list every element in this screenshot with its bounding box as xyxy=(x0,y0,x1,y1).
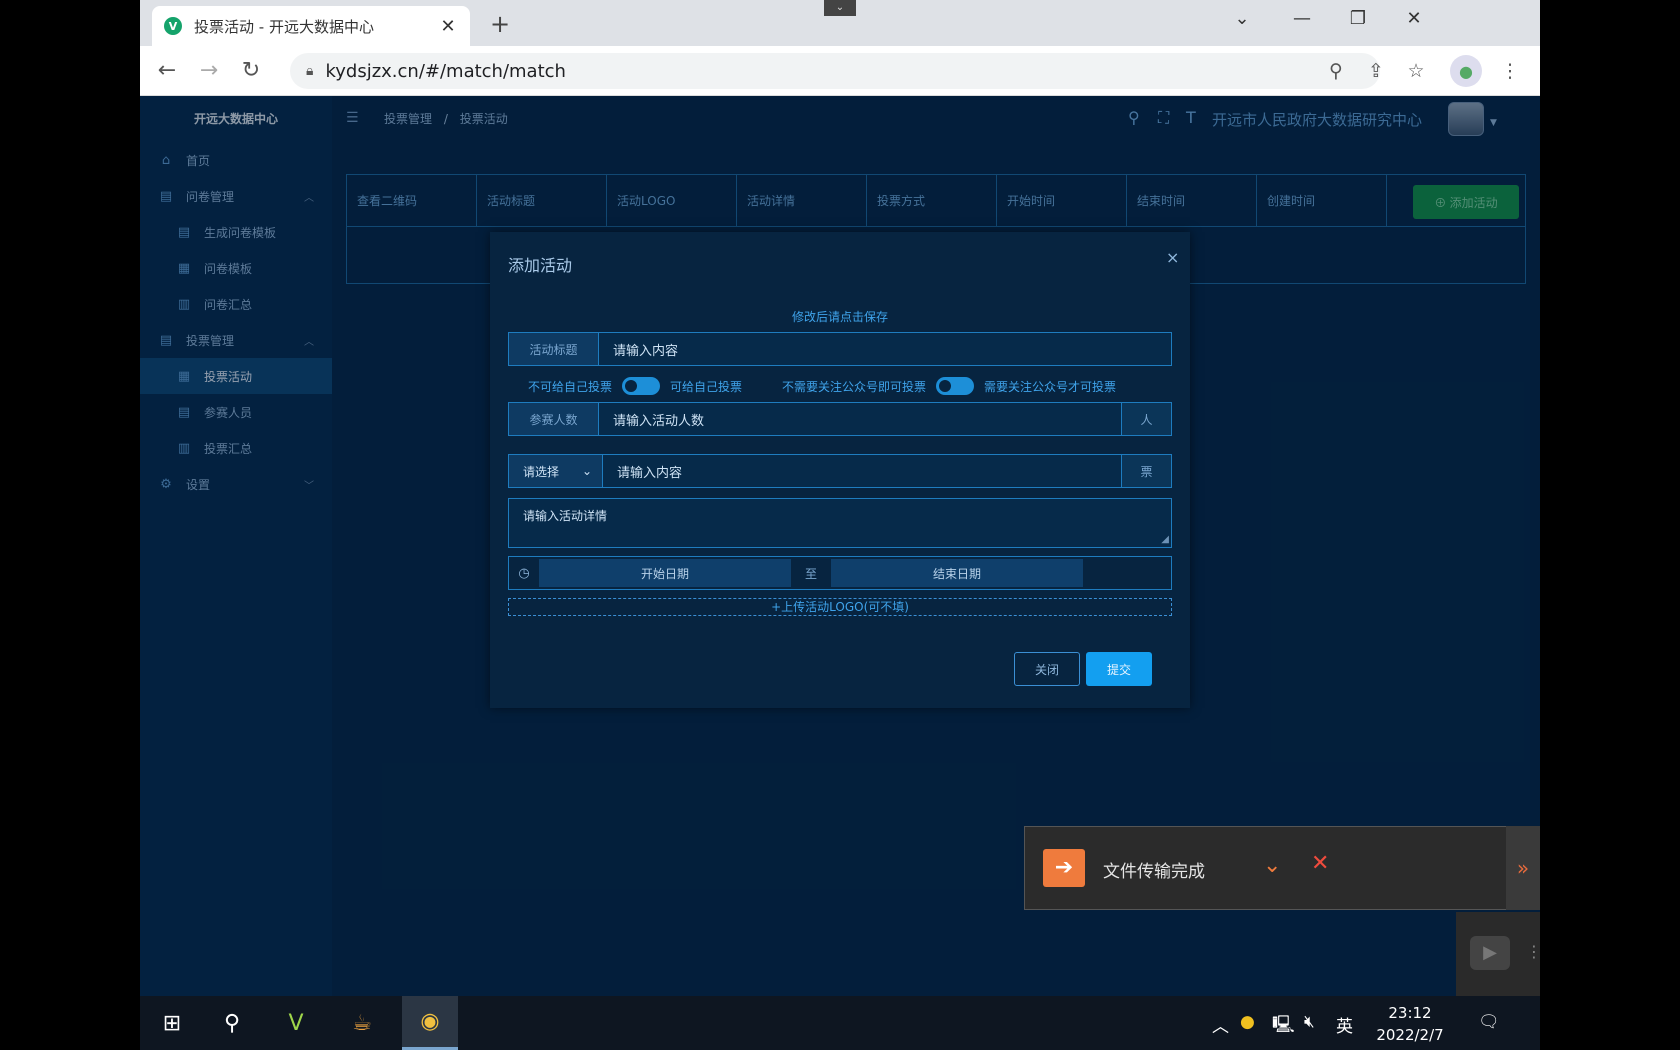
date-separator: 至 xyxy=(804,566,817,581)
dialog-close-icon[interactable]: × xyxy=(1166,248,1179,267)
submit-button[interactable]: 提交 xyxy=(1086,652,1152,686)
screen-border-right xyxy=(1540,0,1680,1050)
tab-search-icon[interactable]: ⌄ xyxy=(1222,8,1262,29)
activity-detail-textarea[interactable]: 请输入活动详情 ◢ xyxy=(508,498,1172,548)
vote-count-input[interactable]: 请输入内容 xyxy=(603,455,1121,487)
lock-icon: 🔒︎ xyxy=(306,63,314,79)
end-date-input[interactable]: 结束日期 xyxy=(831,559,1083,587)
vote-field: 请选择 ⌄ 请输入内容 票 xyxy=(508,454,1172,488)
participants-label: 参赛人数 xyxy=(509,403,599,435)
self-vote-off-label: 不可给自己投票 xyxy=(528,379,613,394)
follow-on-label: 需要关注公众号才可投票 xyxy=(984,379,1117,394)
screen-border-left xyxy=(0,0,140,1050)
upload-logo-button[interactable]: +上传活动LOGO(可不填) xyxy=(508,598,1172,616)
expand-double-chevron-icon[interactable]: » xyxy=(1506,826,1540,910)
clock-icon: ◷ xyxy=(518,565,530,581)
notification-close-icon[interactable]: ✕ xyxy=(1311,851,1329,876)
reload-icon[interactable]: ↻ xyxy=(236,58,266,84)
folder-arrow-icon: ➔ xyxy=(1043,849,1085,887)
resize-handle-icon[interactable]: ◢ xyxy=(1161,534,1169,545)
network-icon[interactable]: 🖳︎ xyxy=(1272,1012,1295,1041)
ime-indicator[interactable]: 英 xyxy=(1336,1012,1353,1037)
activity-title-label: 活动标题 xyxy=(509,333,599,365)
browser-tab[interactable]: V 投票活动 - 开远大数据中心 ✕ xyxy=(152,6,470,46)
dialog-title: 添加活动 xyxy=(508,256,573,275)
remote-screen: V 投票活动 - 开远大数据中心 ✕ + ⌄ ⌄ — ❐ ✕ ← → ↻ 🔒︎ … xyxy=(140,0,1540,1050)
chrome-icon[interactable]: ◉ xyxy=(402,996,458,1050)
new-tab-button[interactable]: + xyxy=(490,10,510,38)
search-icon[interactable]: ⚲ xyxy=(204,996,260,1050)
browser-toolbar: ← → ↻ 🔒︎ kydsjzx.cn/#/match/match ⚲ ⇪ ☆ … xyxy=(140,46,1540,96)
zoom-icon[interactable]: ⚲ xyxy=(1322,59,1350,83)
self-vote-switch[interactable] xyxy=(622,377,661,395)
back-icon[interactable]: ← xyxy=(152,58,182,84)
taskbar-clock[interactable]: 23:12 2022/2/7 xyxy=(1370,1002,1450,1046)
participants-unit: 人 xyxy=(1121,403,1171,435)
vote-unit: 票 xyxy=(1121,455,1171,487)
tab-close-icon[interactable]: ✕ xyxy=(438,16,458,37)
url-text: kydsjzx.cn/#/match/match xyxy=(325,60,566,82)
window-close-icon[interactable]: ✕ xyxy=(1394,8,1434,29)
activity-title-input[interactable]: 请输入内容 xyxy=(599,333,1171,365)
select-value: 请选择 xyxy=(523,464,560,479)
restore-icon[interactable]: ❐ xyxy=(1338,8,1378,29)
clock-date: 2022/2/7 xyxy=(1376,1026,1444,1044)
save-hint: 修改后请点击保存 xyxy=(791,310,888,324)
more-dots-icon[interactable]: ⋮ xyxy=(1526,942,1540,961)
add-activity-dialog: 添加活动 × 修改后请点击保存 活动标题 请输入内容 不可给自己投票 可给自己投… xyxy=(490,232,1190,708)
start-date-input[interactable]: 开始日期 xyxy=(539,559,791,587)
tab-title: 投票活动 - 开远大数据中心 xyxy=(194,17,374,36)
windows-start-icon[interactable]: ⊞ xyxy=(144,996,200,1050)
toggle-row: 不可给自己投票 可给自己投票 不需要关注公众号即可投票 需要关注公众号才可投票 xyxy=(528,374,1168,398)
browser-tabstrip: V 投票活动 - 开远大数据中心 ✕ + ⌄ ⌄ — ❐ ✕ xyxy=(140,0,1540,46)
windows-taskbar: ⊞ ⚲ V ☕ ◉ ︿ ● 🖳︎ 🔇︎ 英 23:12 2022/2/7 🗨︎ xyxy=(140,996,1540,1050)
tray-expand-icon[interactable]: ︿ xyxy=(1212,1012,1229,1037)
minimize-icon[interactable]: — xyxy=(1282,8,1322,29)
follow-required-switch[interactable] xyxy=(936,377,975,395)
profile-avatar-icon[interactable]: ● xyxy=(1450,55,1482,87)
recording-panel: ▶ ⋮ xyxy=(1456,912,1540,996)
camera-icon[interactable]: ▶ xyxy=(1470,936,1510,970)
chevron-down-icon[interactable]: ⌄ xyxy=(1263,853,1281,878)
address-bar[interactable]: 🔒︎ kydsjzx.cn/#/match/match xyxy=(290,53,1380,89)
browser-menu-icon[interactable]: ⋮ xyxy=(1496,59,1524,83)
remote-toolbar-dropdown-icon[interactable]: ⌄ xyxy=(824,0,856,16)
clock-time: 23:12 xyxy=(1388,1004,1432,1022)
bookmark-star-icon[interactable]: ☆ xyxy=(1402,59,1430,83)
follow-off-label: 不需要关注公众号即可投票 xyxy=(782,379,927,394)
transfer-notification: ➔ 文件传输完成 ⌄ ✕ xyxy=(1024,826,1540,910)
activity-title-field: 活动标题 请输入内容 xyxy=(508,332,1172,366)
site-favicon-icon: V xyxy=(164,17,182,35)
date-range-picker: ◷ 开始日期 至 结束日期 xyxy=(508,556,1172,590)
chevron-down-icon: ⌄ xyxy=(581,464,592,478)
participants-input[interactable]: 请输入活动人数 xyxy=(599,403,1121,435)
participants-field: 参赛人数 请输入活动人数 人 xyxy=(508,402,1172,436)
app-v-icon[interactable]: V xyxy=(268,996,324,1050)
share-icon[interactable]: ⇪ xyxy=(1362,59,1390,83)
close-button[interactable]: 关闭 xyxy=(1014,652,1080,686)
self-vote-on-label: 可给自己投票 xyxy=(670,379,743,394)
volume-muted-icon[interactable]: 🔇︎ xyxy=(1304,1012,1315,1032)
notification-text: 文件传输完成 xyxy=(1103,862,1205,882)
forward-icon[interactable]: → xyxy=(194,58,224,84)
detail-placeholder: 请输入活动详情 xyxy=(523,509,608,523)
tray-app-icon[interactable]: ● xyxy=(1240,1012,1255,1032)
java-app-icon[interactable]: ☕ xyxy=(334,996,390,1050)
notification-center-icon[interactable]: 🗨︎ xyxy=(1478,1012,1500,1032)
vote-type-select[interactable]: 请选择 ⌄ xyxy=(509,455,603,487)
